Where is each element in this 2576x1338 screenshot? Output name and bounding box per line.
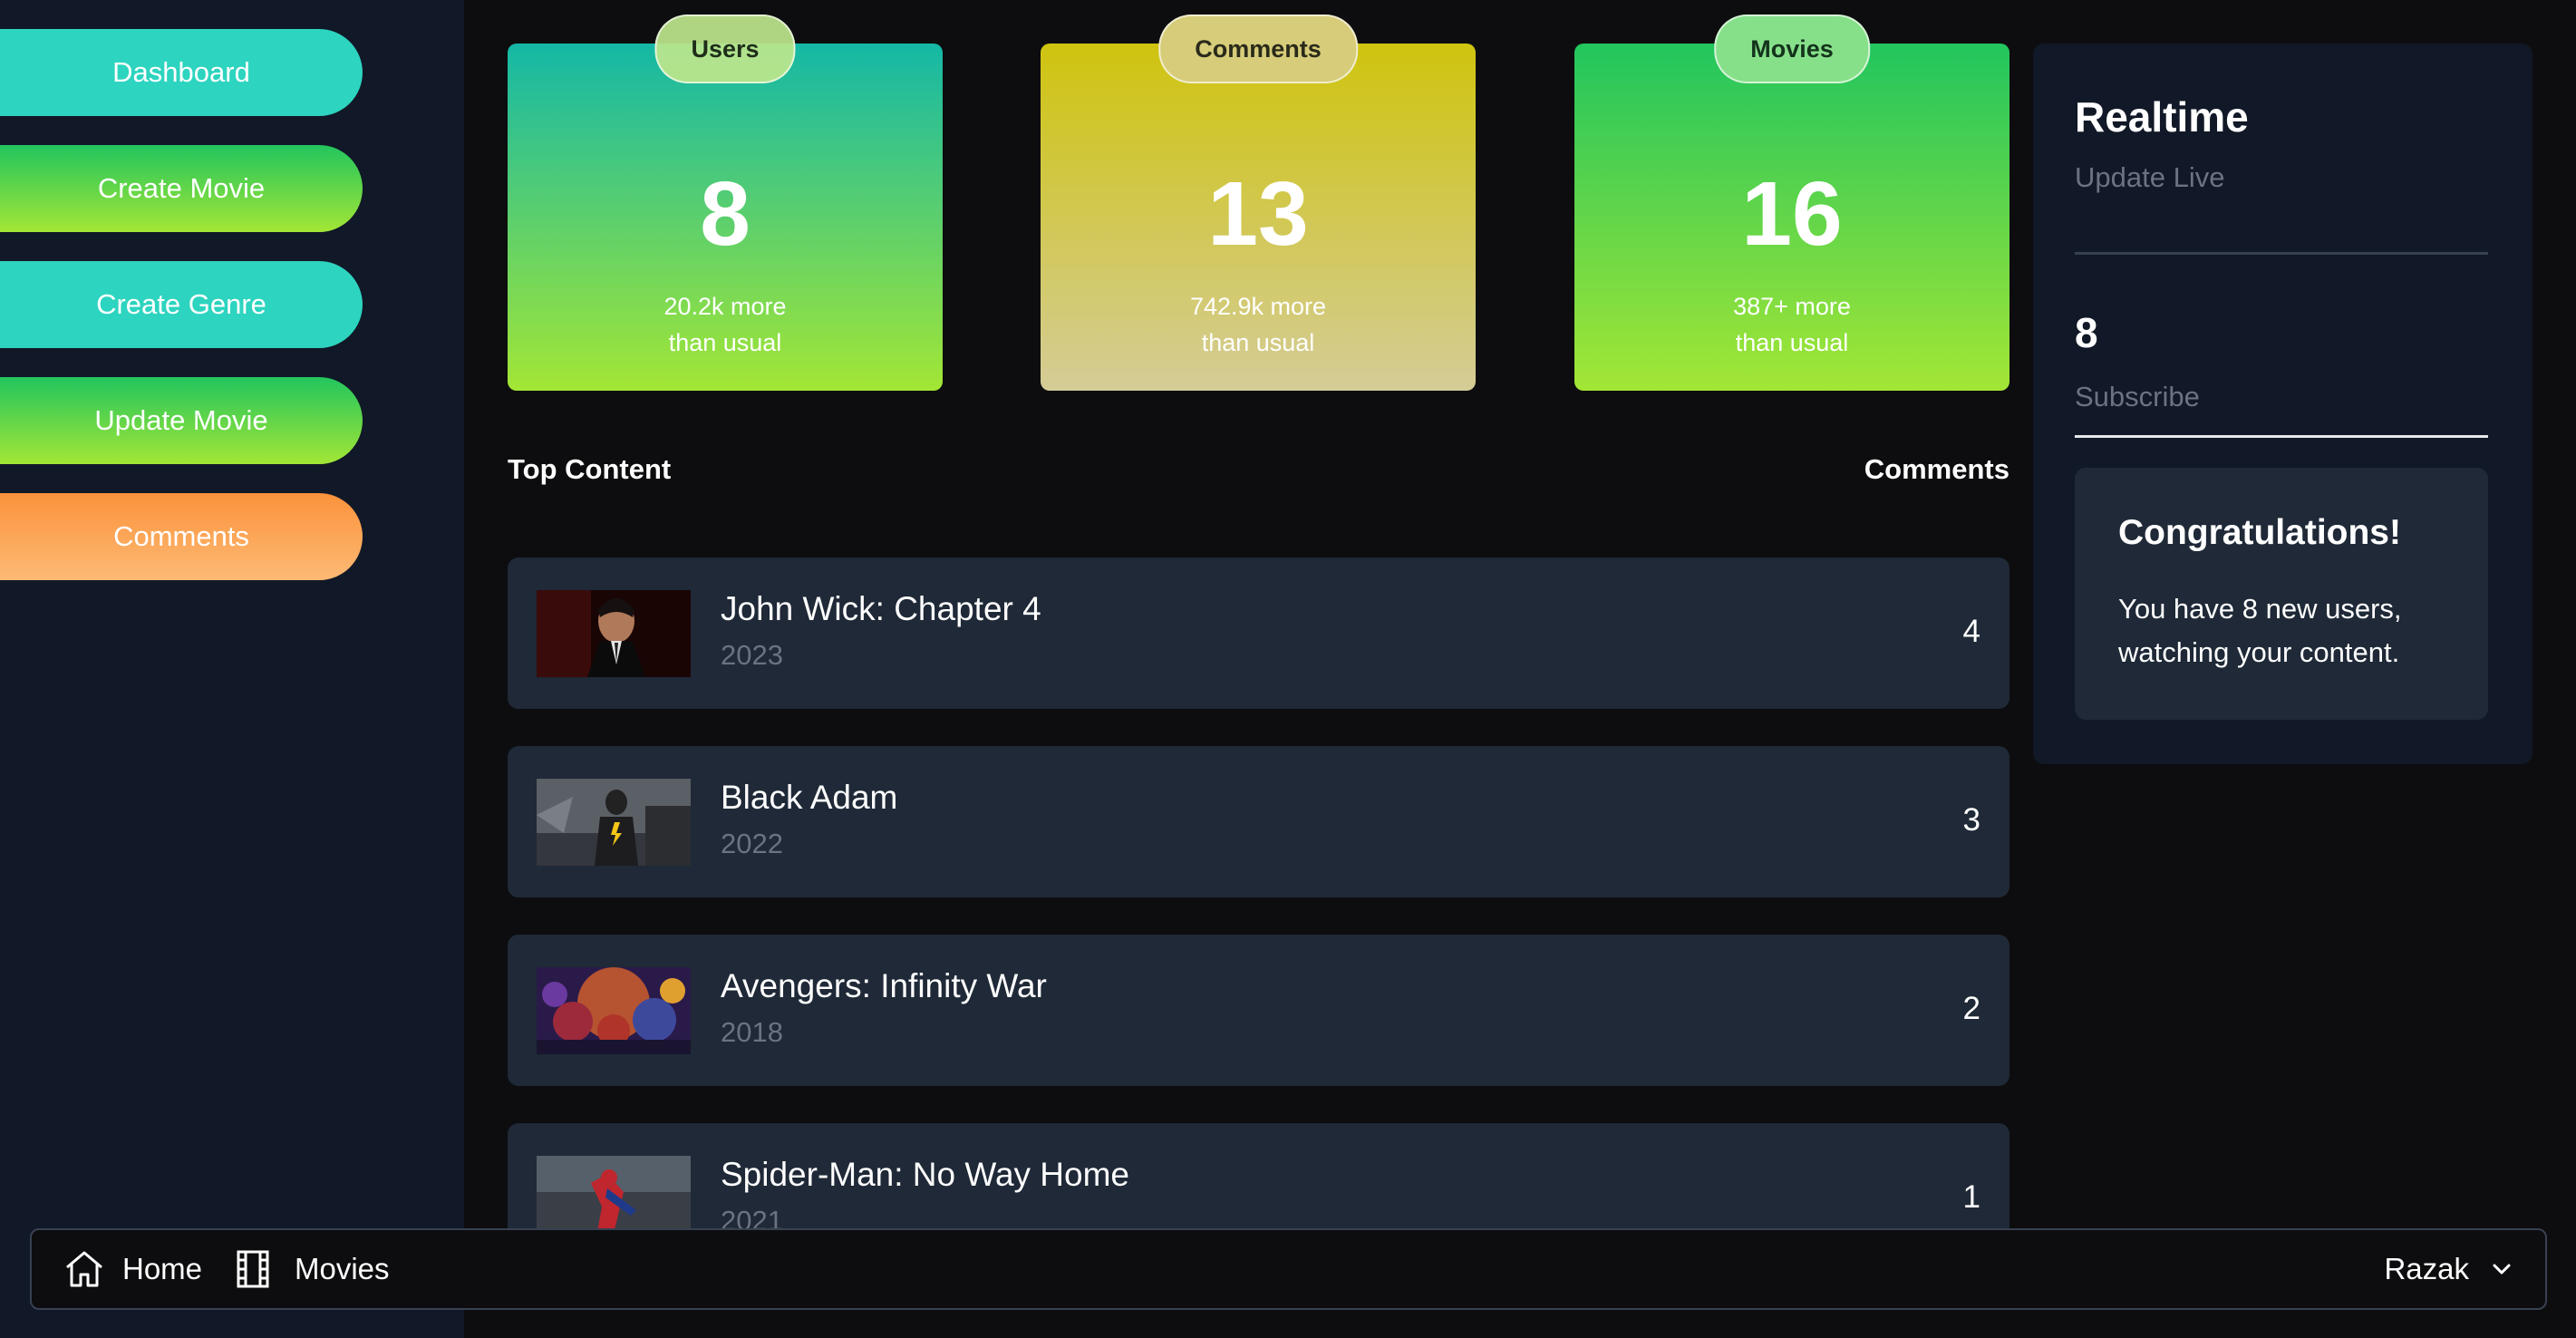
- comments-column-header: Comments: [1864, 453, 2009, 485]
- stat-subtext-line: 742.9k more: [1189, 293, 1327, 320]
- comment-count: 3: [1962, 802, 1980, 838]
- list-item[interactable]: John Wick: Chapter 4 2023 4: [508, 558, 2009, 709]
- stat-card-movies: Movies 16 387+ more than usual: [1574, 15, 2009, 391]
- movie-thumbnail: [537, 779, 691, 866]
- movie-title: Spider-Man: No Way Home: [721, 1156, 1129, 1193]
- movie-title: John Wick: Chapter 4: [721, 590, 1041, 627]
- sidebar-item-create-genre[interactable]: Create Genre: [0, 261, 363, 348]
- top-content-title: Top Content: [508, 453, 672, 485]
- congrats-text: You have 8 new users, watching your cont…: [2118, 593, 2402, 668]
- list-item[interactable]: Black Adam 2022 3: [508, 746, 2009, 897]
- user-name: Razak: [2384, 1252, 2469, 1285]
- comment-count: 1: [1962, 1179, 1980, 1215]
- movie-title: Avengers: Infinity War: [721, 967, 1047, 1004]
- stat-value: 13: [1207, 163, 1309, 265]
- nav-movies-link[interactable]: Movies: [235, 1230, 390, 1308]
- sidebar-item-label: Create Movie: [97, 172, 266, 204]
- sidebar: Dashboard Create Movie Create Genre Upda…: [0, 0, 464, 1338]
- stat-subtext: 742.9k more than usual: [1041, 288, 1476, 361]
- sidebar-item-dashboard[interactable]: Dashboard: [0, 29, 363, 116]
- realtime-count-label: Subscribe: [2075, 381, 2200, 412]
- stat-value: 8: [700, 163, 751, 265]
- nav-home-label: Home: [122, 1252, 203, 1285]
- comment-count: 2: [1962, 991, 1980, 1026]
- sidebar-item-label: Dashboard: [112, 56, 250, 88]
- stat-value: 16: [1741, 163, 1843, 265]
- divider: [2075, 435, 2488, 438]
- film-icon: [235, 1247, 278, 1291]
- list-item[interactable]: Avengers: Infinity War 2018 2: [508, 935, 2009, 1086]
- nav-movies-label: Movies: [295, 1252, 390, 1285]
- nav-home-link[interactable]: Home: [63, 1230, 202, 1308]
- stat-card-badge: Movies: [1714, 15, 1870, 83]
- stat-subtext-line: 20.2k more: [663, 293, 787, 320]
- chevron-down-icon: [2489, 1256, 2514, 1282]
- realtime-panel: Realtime Update Live 8 Subscribe Congrat…: [2033, 44, 2532, 764]
- congrats-title: Congratulations!: [2118, 513, 2401, 552]
- stat-subtext-line: than usual: [1201, 329, 1315, 356]
- stat-subtext: 387+ more than usual: [1574, 288, 2009, 361]
- movie-year: 2022: [721, 828, 783, 859]
- stat-subtext: 20.2k more than usual: [508, 288, 943, 361]
- movie-thumbnail: [537, 590, 691, 677]
- movie-year: 2018: [721, 1016, 783, 1048]
- stat-card-badge: Comments: [1158, 15, 1358, 83]
- stat-subtext-line: than usual: [668, 329, 782, 356]
- movie-thumbnail: [537, 967, 691, 1054]
- sidebar-item-label: Comments: [113, 520, 249, 552]
- sidebar-item-comments[interactable]: Comments: [0, 493, 363, 580]
- sidebar-item-update-movie[interactable]: Update Movie: [0, 377, 363, 464]
- stat-card-users: Users 8 20.2k more than usual: [508, 15, 943, 391]
- stat-card-badge: Users: [654, 15, 796, 83]
- realtime-count: 8: [2075, 309, 2098, 356]
- realtime-subtitle: Update Live: [2075, 161, 2225, 193]
- divider: [2075, 252, 2488, 255]
- congrats-card: Congratulations! You have 8 new users, w…: [2075, 468, 2488, 720]
- sidebar-item-label: Update Movie: [94, 404, 268, 436]
- stat-card-comments: Comments 13 742.9k more than usual: [1041, 15, 1476, 391]
- home-icon: [63, 1247, 106, 1291]
- comment-count: 4: [1962, 614, 1980, 649]
- movie-year: 2023: [721, 639, 783, 671]
- user-menu-button[interactable]: Razak: [2384, 1230, 2514, 1308]
- bottom-nav-bar: Home Movies Razak: [30, 1228, 2547, 1310]
- realtime-title: Realtime: [2075, 93, 2249, 141]
- movie-title: Black Adam: [721, 779, 898, 816]
- stat-subtext-line: than usual: [1735, 329, 1849, 356]
- sidebar-item-create-movie[interactable]: Create Movie: [0, 145, 363, 232]
- stat-subtext-line: 387+ more: [1733, 293, 1851, 320]
- sidebar-item-label: Create Genre: [96, 288, 266, 320]
